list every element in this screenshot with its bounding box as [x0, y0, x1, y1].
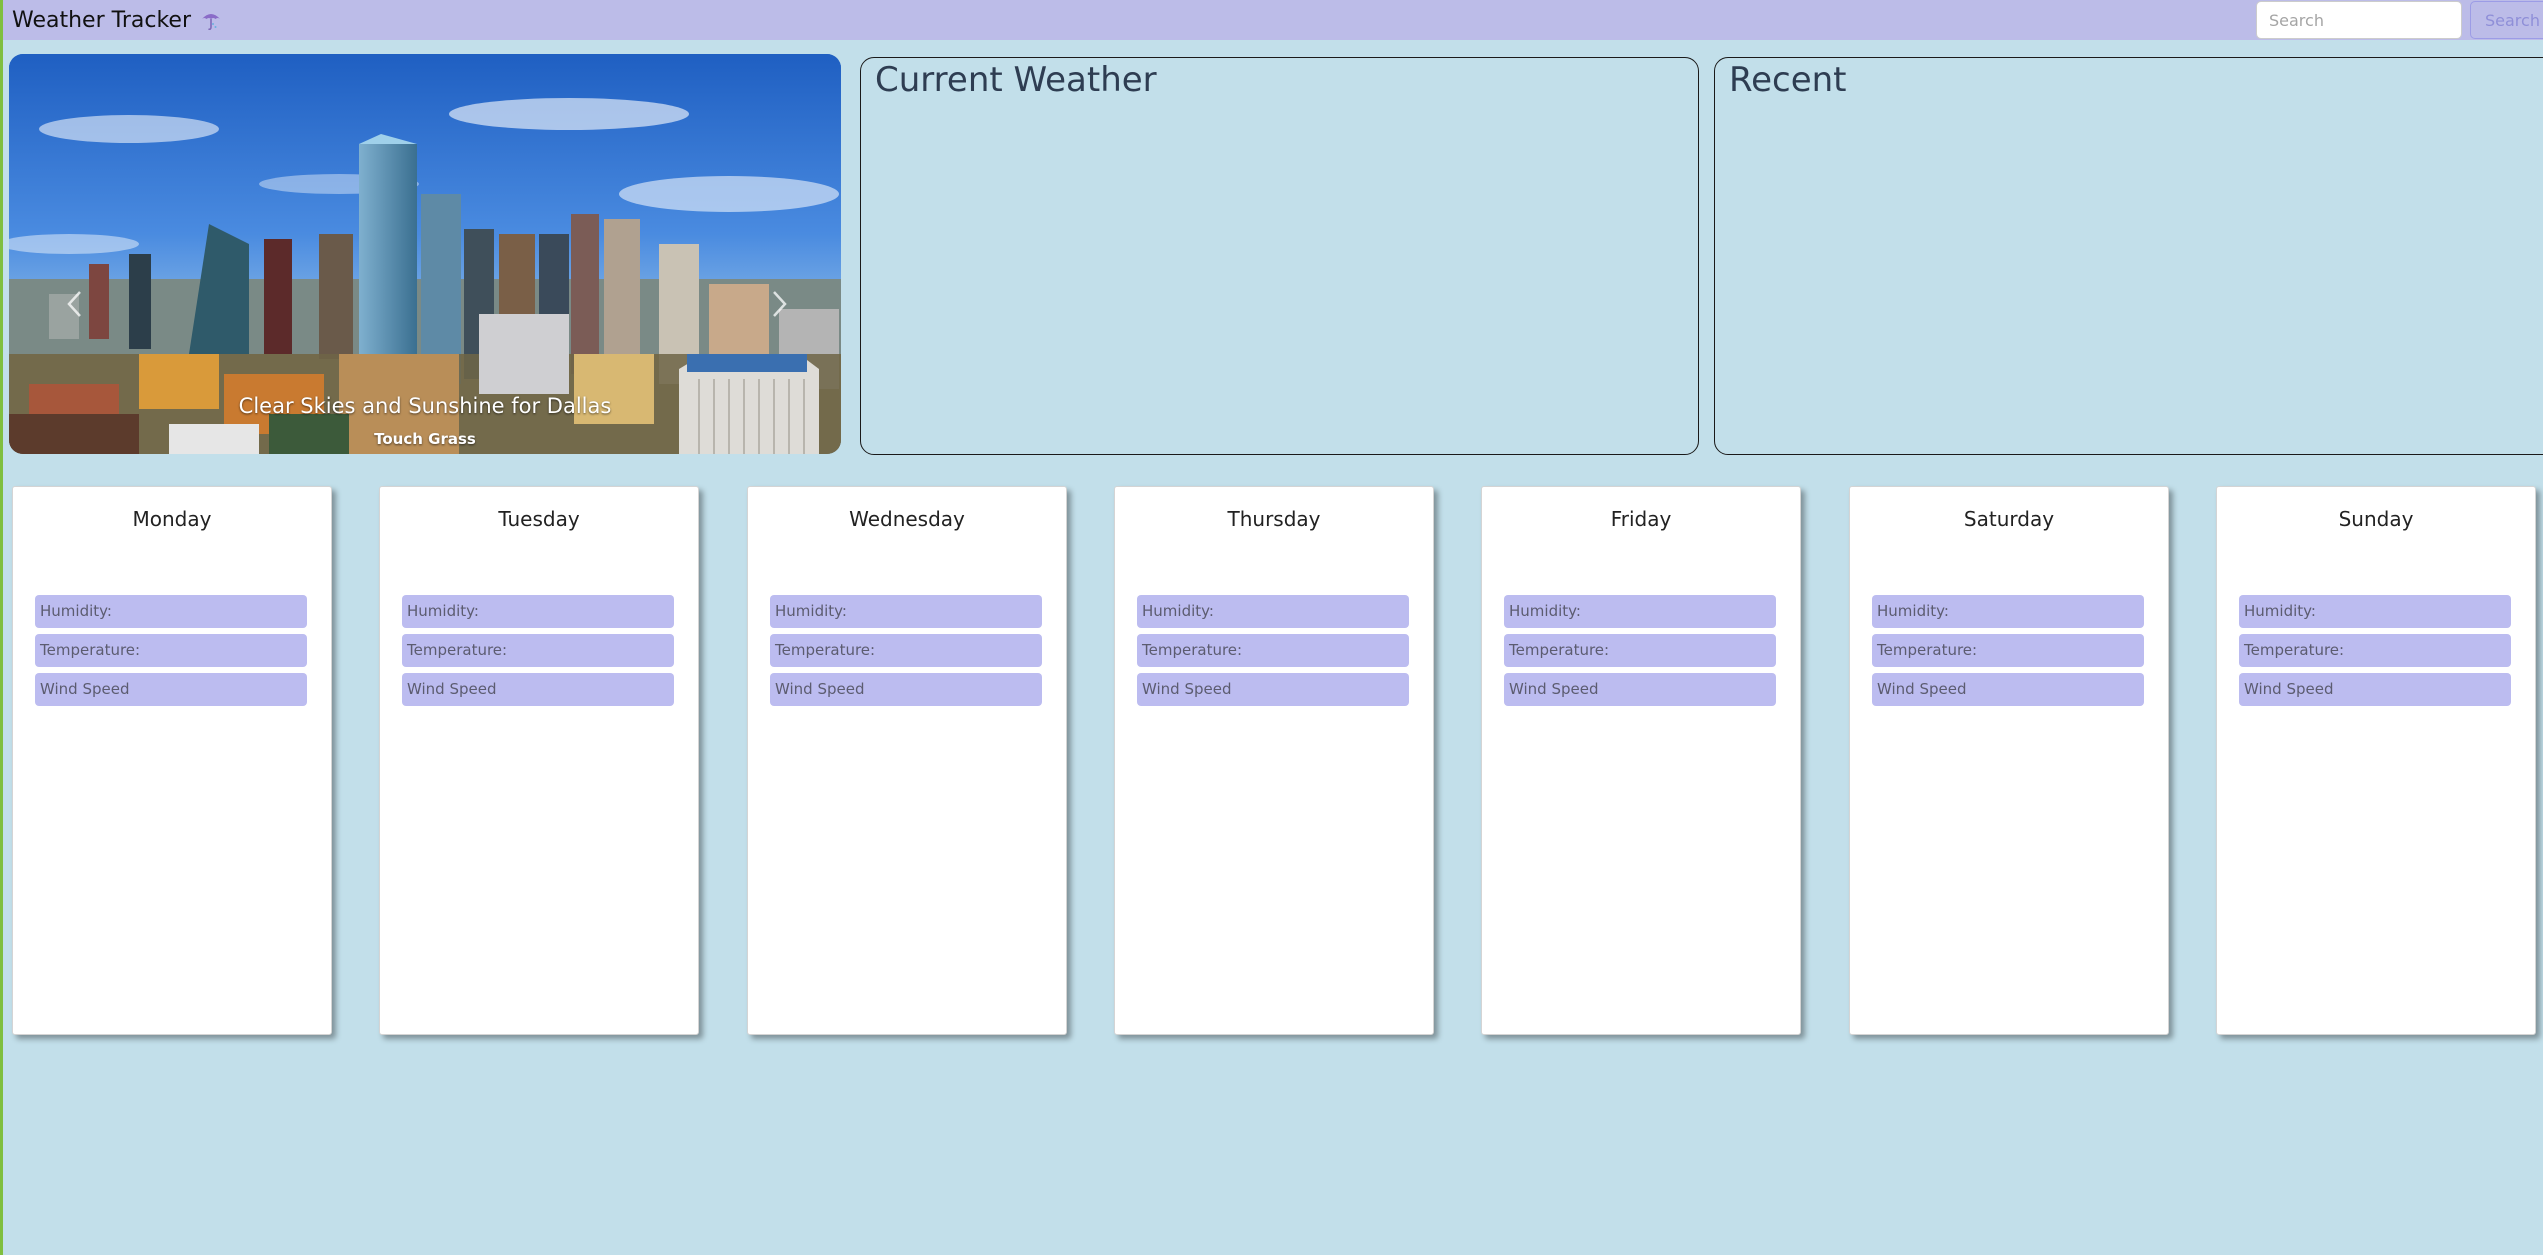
carousel-next-button[interactable]: [759, 279, 799, 329]
temperature-field: Temperature:: [35, 634, 307, 667]
temperature-field: Temperature:: [770, 634, 1042, 667]
humidity-field: Humidity:: [1504, 595, 1776, 628]
chevron-right-icon: [773, 291, 787, 317]
day-name: Tuesday: [498, 507, 580, 531]
temperature-field: Temperature:: [2239, 634, 2511, 667]
temperature-field: Temperature:: [1504, 634, 1776, 667]
humidity-field: Humidity:: [35, 595, 307, 628]
navbar: Weather Tracker Search: [3, 0, 2543, 40]
day-name: Saturday: [1963, 507, 2055, 531]
day-name: Wednesday: [849, 507, 965, 531]
brand[interactable]: Weather Tracker: [12, 5, 223, 35]
day-card-monday: Monday Humidity: Temperature: Wind Speed: [12, 486, 332, 1035]
humidity-field: Humidity:: [1137, 595, 1409, 628]
day-card-saturday: Saturday Humidity: Temperature: Wind Spe…: [1849, 486, 2169, 1035]
wind-speed-field: Wind Speed: [402, 673, 674, 706]
search-input[interactable]: [2256, 1, 2462, 39]
day-name: Monday: [132, 507, 212, 531]
current-weather-title: Current Weather: [875, 60, 1157, 100]
day-card-tuesday: Tuesday Humidity: Temperature: Wind Spee…: [379, 486, 699, 1035]
wind-speed-field: Wind Speed: [1872, 673, 2144, 706]
humidity-field: Humidity:: [2239, 595, 2511, 628]
humidity-field: Humidity:: [402, 595, 674, 628]
wind-speed-field: Wind Speed: [1504, 673, 1776, 706]
wind-speed-field: Wind Speed: [1137, 673, 1409, 706]
umbrella-icon: [199, 8, 223, 32]
day-card-friday: Friday Humidity: Temperature: Wind Speed: [1481, 486, 1801, 1035]
hero-carousel: Clear Skies and Sunshine for Dallas Touc…: [9, 54, 841, 454]
temperature-field: Temperature:: [402, 634, 674, 667]
temperature-field: Temperature:: [1872, 634, 2144, 667]
carousel-caption-subtitle: Touch Grass: [374, 430, 476, 448]
day-name: Friday: [1610, 507, 1672, 531]
carousel-caption-title: Clear Skies and Sunshine for Dallas: [238, 394, 612, 418]
app-title: Weather Tracker: [12, 7, 191, 33]
current-weather-panel: Current Weather: [860, 57, 1699, 455]
recent-panel: Recent: [1714, 57, 2543, 455]
day-card-wednesday: Wednesday Humidity: Temperature: Wind Sp…: [747, 486, 1067, 1035]
wind-speed-field: Wind Speed: [35, 673, 307, 706]
wind-speed-field: Wind Speed: [2239, 673, 2511, 706]
day-card-thursday: Thursday Humidity: Temperature: Wind Spe…: [1114, 486, 1434, 1035]
temperature-field: Temperature:: [1137, 634, 1409, 667]
search-button[interactable]: Search: [2470, 1, 2543, 39]
recent-title: Recent: [1729, 60, 1847, 100]
wind-speed-field: Wind Speed: [770, 673, 1042, 706]
humidity-field: Humidity:: [770, 595, 1042, 628]
day-name: Thursday: [1227, 507, 1321, 531]
day-name: Sunday: [2338, 507, 2414, 531]
chevron-left-icon: [67, 291, 81, 317]
day-card-sunday: Sunday Humidity: Temperature: Wind Speed: [2216, 486, 2536, 1035]
humidity-field: Humidity:: [1872, 595, 2144, 628]
carousel-prev-button[interactable]: [55, 279, 95, 329]
